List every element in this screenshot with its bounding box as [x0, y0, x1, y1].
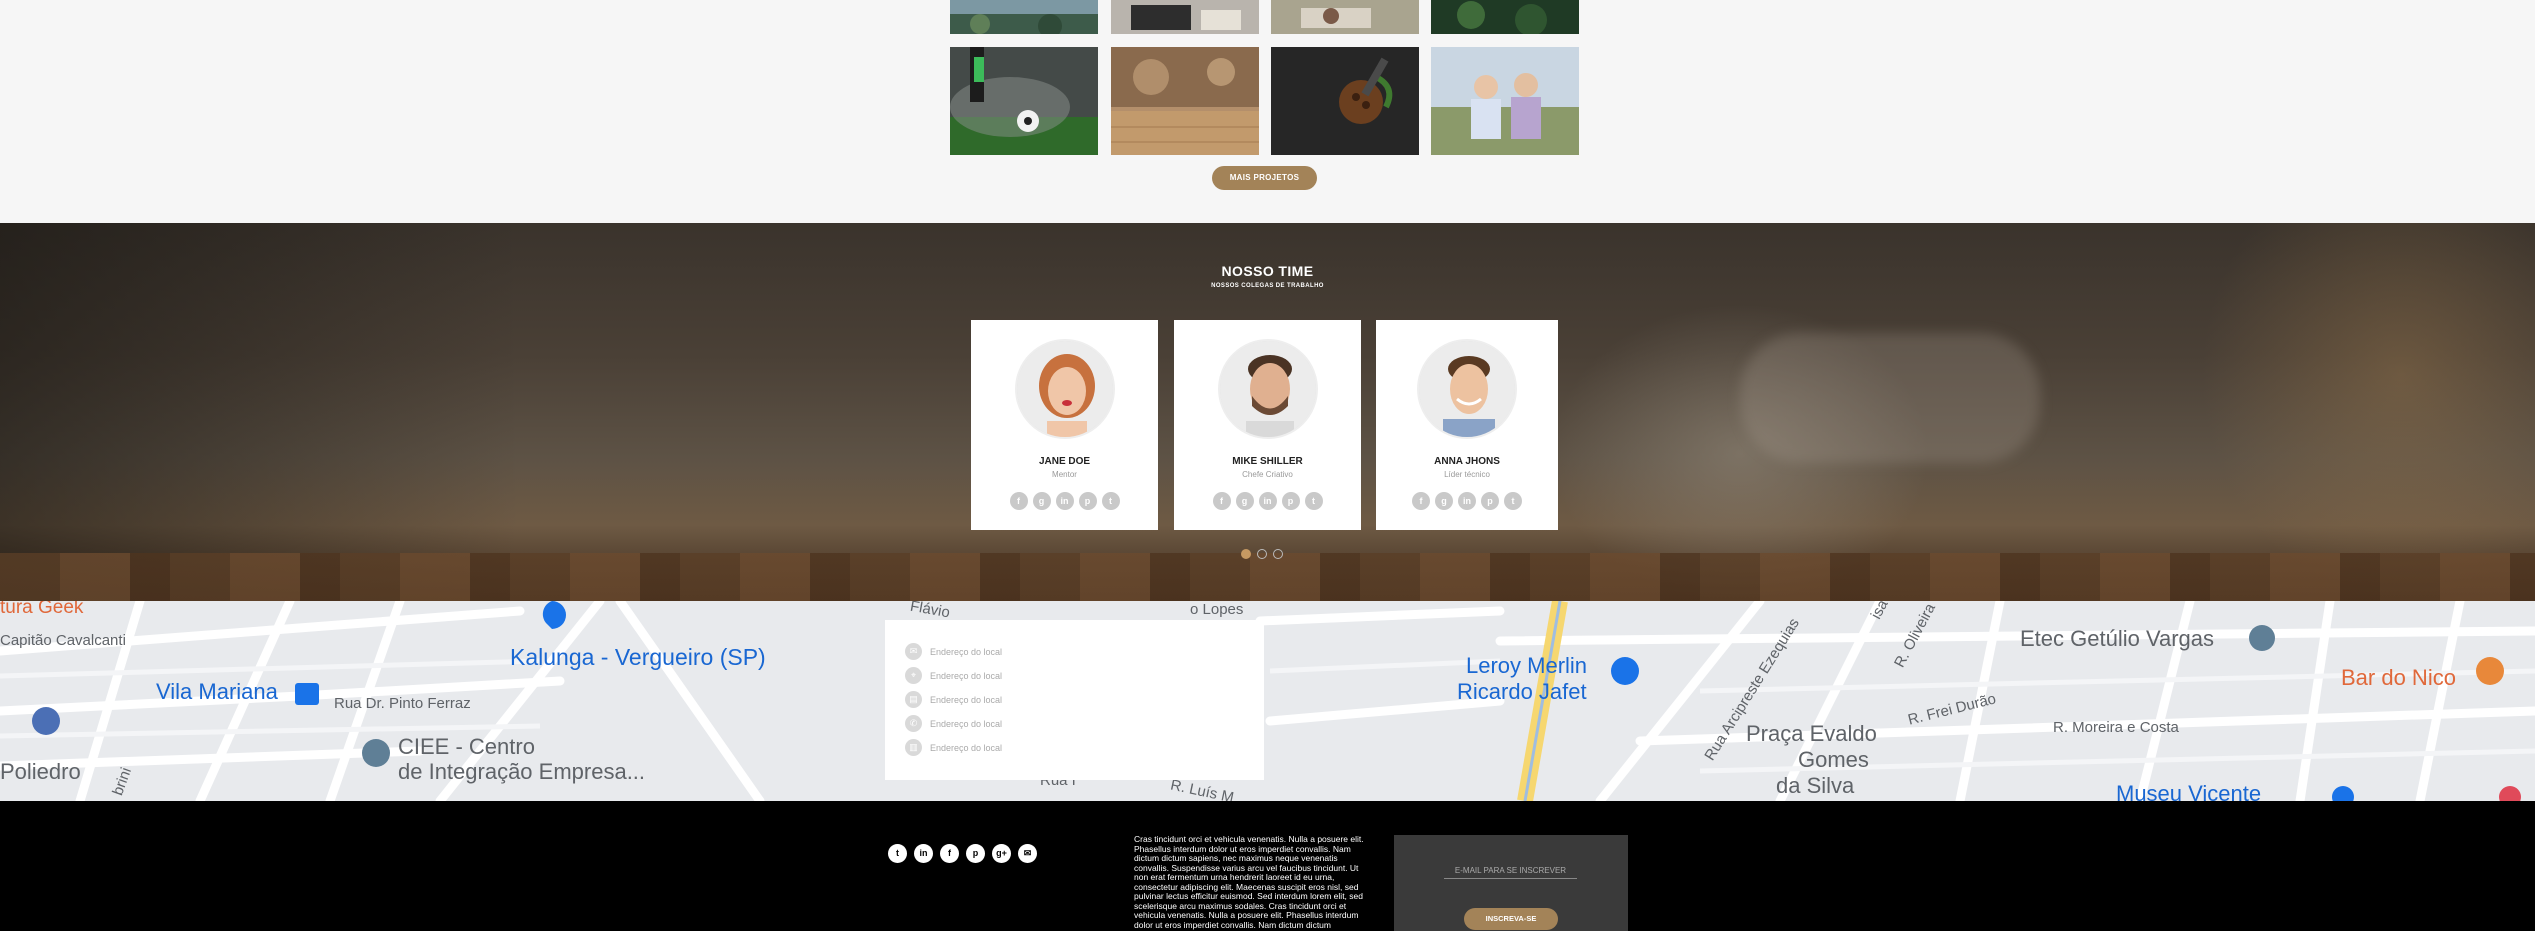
portfolio-image-picnic[interactable]: [1271, 0, 1419, 34]
pinterest-icon[interactable]: p: [966, 844, 985, 863]
contact-text: Endereço do local: [930, 742, 1003, 753]
carousel-dot[interactable]: [1257, 549, 1267, 559]
map-place-label[interactable]: Ricardo Jafet: [1457, 679, 1587, 705]
pinterest-icon[interactable]: p: [1281, 492, 1300, 510]
map-place-label[interactable]: da Silva: [1776, 773, 1854, 799]
map-place-label[interactable]: de Integração Empresa...: [398, 759, 645, 785]
contact-text: Endereço do local: [930, 694, 1003, 705]
avatar: [1217, 339, 1318, 439]
member-role: Mentor: [1052, 470, 1077, 479]
twitter-icon[interactable]: t: [888, 844, 907, 863]
contact-item: ▤ Endereço do local: [905, 691, 1002, 708]
subscribe-button[interactable]: INSCREVA-SE: [1464, 908, 1558, 930]
facebook-icon[interactable]: f: [1212, 492, 1231, 510]
map-place-label[interactable]: Praça Evaldo: [1746, 721, 1877, 747]
carousel-dot[interactable]: [1241, 549, 1251, 559]
location-pin-icon: ⌖: [905, 667, 922, 684]
google-plus-icon[interactable]: g+: [992, 844, 1011, 863]
more-projects-button[interactable]: MAIS PROJETOS: [1212, 166, 1317, 190]
portfolio-image-desk[interactable]: [1111, 0, 1259, 34]
google-plus-icon[interactable]: g: [1235, 492, 1254, 510]
contact-item: ⌖ Endereço do local: [905, 667, 1002, 684]
map-street-label: Rua Dr. Pinto Ferraz: [334, 695, 471, 712]
twitter-icon[interactable]: t: [1101, 492, 1120, 510]
footer-text: Cras tincidunt orci et vehicula venenati…: [1134, 834, 1364, 930]
newsletter-box: INSCREVA-SE: [1394, 835, 1628, 931]
map-place-label[interactable]: Leroy Merlin: [1466, 653, 1587, 679]
member-role: Chefe Criativo: [1242, 470, 1293, 479]
calendar-icon: ▤: [905, 691, 922, 708]
google-plus-icon[interactable]: g: [1032, 492, 1051, 510]
member-name: ANNA JHONS: [1434, 456, 1500, 467]
team-section: NOSSO TIME NOSSOS COLEGAS DE TRABALHO JA…: [0, 223, 2535, 601]
linkedin-icon[interactable]: in: [914, 844, 933, 863]
member-socials: f g in p t: [1174, 492, 1361, 510]
map-place-label[interactable]: Kalunga - Vergueiro (SP): [510, 644, 766, 671]
background-shade: [0, 223, 520, 601]
member-role: Líder técnico: [1444, 470, 1490, 479]
portfolio-image-coffee[interactable]: [1271, 47, 1419, 155]
map-place-label[interactable]: tura Geek: [0, 601, 83, 619]
linkedin-icon[interactable]: in: [1458, 492, 1476, 510]
footer-socials: t in f p g+ ✉: [888, 844, 1037, 863]
twitter-icon[interactable]: t: [1504, 492, 1522, 510]
facebook-icon[interactable]: f: [1009, 492, 1028, 510]
contact-item: ✆ Endereço do local: [905, 715, 1002, 732]
map-section[interactable]: tura Geek Capitão Cavalcanti Kalunga - V…: [0, 601, 2535, 801]
pinterest-icon[interactable]: p: [1078, 492, 1097, 510]
contact-text: Endereço do local: [930, 646, 1003, 657]
map-street-label: R. Moreira e Costa: [2053, 719, 2179, 736]
map-place-label[interactable]: Bar do Nico: [2341, 665, 2456, 691]
team-card: MIKE SHILLER Chefe Criativo f g in p t: [1174, 320, 1361, 530]
facebook-icon[interactable]: f: [1412, 492, 1430, 510]
google-plus-icon[interactable]: g: [1435, 492, 1453, 510]
avatar: [1014, 339, 1115, 439]
map-place-label[interactable]: Museu Vicente: [2116, 781, 2261, 801]
linkedin-icon[interactable]: in: [1055, 492, 1074, 510]
linkedin-icon[interactable]: in: [1258, 492, 1277, 510]
contact-text: Endereço do local: [930, 718, 1003, 729]
newsletter-email-input[interactable]: [1444, 863, 1577, 879]
team-card: JANE DOE Mentor f g in p t: [971, 320, 1158, 530]
map-street-label: o Lopes: [1190, 601, 1244, 618]
portfolio-image-landscape[interactable]: [950, 0, 1098, 34]
portfolio-image-wood-table[interactable]: [1111, 47, 1259, 155]
team-subtitle: NOSSOS COLEGAS DE TRABALHO: [1211, 283, 1324, 289]
pinterest-icon[interactable]: p: [1481, 492, 1499, 510]
map-place-label[interactable]: Poliedro: [0, 759, 81, 785]
twitter-icon[interactable]: t: [1304, 492, 1323, 510]
member-name: JANE DOE: [1038, 456, 1091, 467]
email-icon[interactable]: ✉: [1018, 844, 1037, 863]
portfolio-image-soccer[interactable]: [950, 47, 1098, 155]
map-street-label: Capitão Cavalcanti: [0, 632, 126, 649]
contact-text: Endereço do local: [930, 670, 1003, 681]
background-blur: [1740, 333, 2040, 463]
phone-icon: ✆: [905, 715, 922, 732]
map-place-label[interactable]: Gomes: [1798, 747, 1869, 773]
email-icon: ✉: [905, 643, 922, 660]
portfolio-image-couple[interactable]: [1431, 47, 1579, 155]
background-floor: [0, 553, 2535, 601]
member-socials: f g in p t: [971, 492, 1158, 510]
carousel-dot[interactable]: [1273, 549, 1283, 559]
map-place-label[interactable]: Vila Mariana: [156, 679, 278, 705]
portfolio-section: MAIS PROJETOS: [0, 0, 2535, 223]
map-place-label[interactable]: CIEE - Centro: [398, 734, 535, 760]
footer: t in f p g+ ✉ Cras tincidunt orci et veh…: [0, 801, 2535, 931]
facebook-icon[interactable]: f: [940, 844, 959, 863]
portfolio-image-plants[interactable]: [1431, 0, 1579, 34]
team-card: ANNA JHONS Líder técnico f g in p t: [1376, 320, 1558, 530]
avatar: [1417, 339, 1517, 439]
member-name: MIKE SHILLER: [1232, 456, 1303, 467]
member-socials: f g in p t: [1376, 492, 1558, 510]
contact-item: ▥ Endereço do local: [905, 739, 1002, 756]
printer-icon: ▥: [905, 739, 922, 756]
team-title: NOSSO TIME: [1221, 263, 1314, 279]
map-place-label[interactable]: Etec Getúlio Vargas: [2020, 626, 2214, 652]
carousel-dots: [1241, 549, 1283, 559]
contact-box: ✉ Endereço do local ⌖ Endereço do local …: [885, 620, 1264, 780]
contact-item: ✉ Endereço do local: [905, 643, 1002, 660]
background-blur: [2200, 223, 2535, 601]
